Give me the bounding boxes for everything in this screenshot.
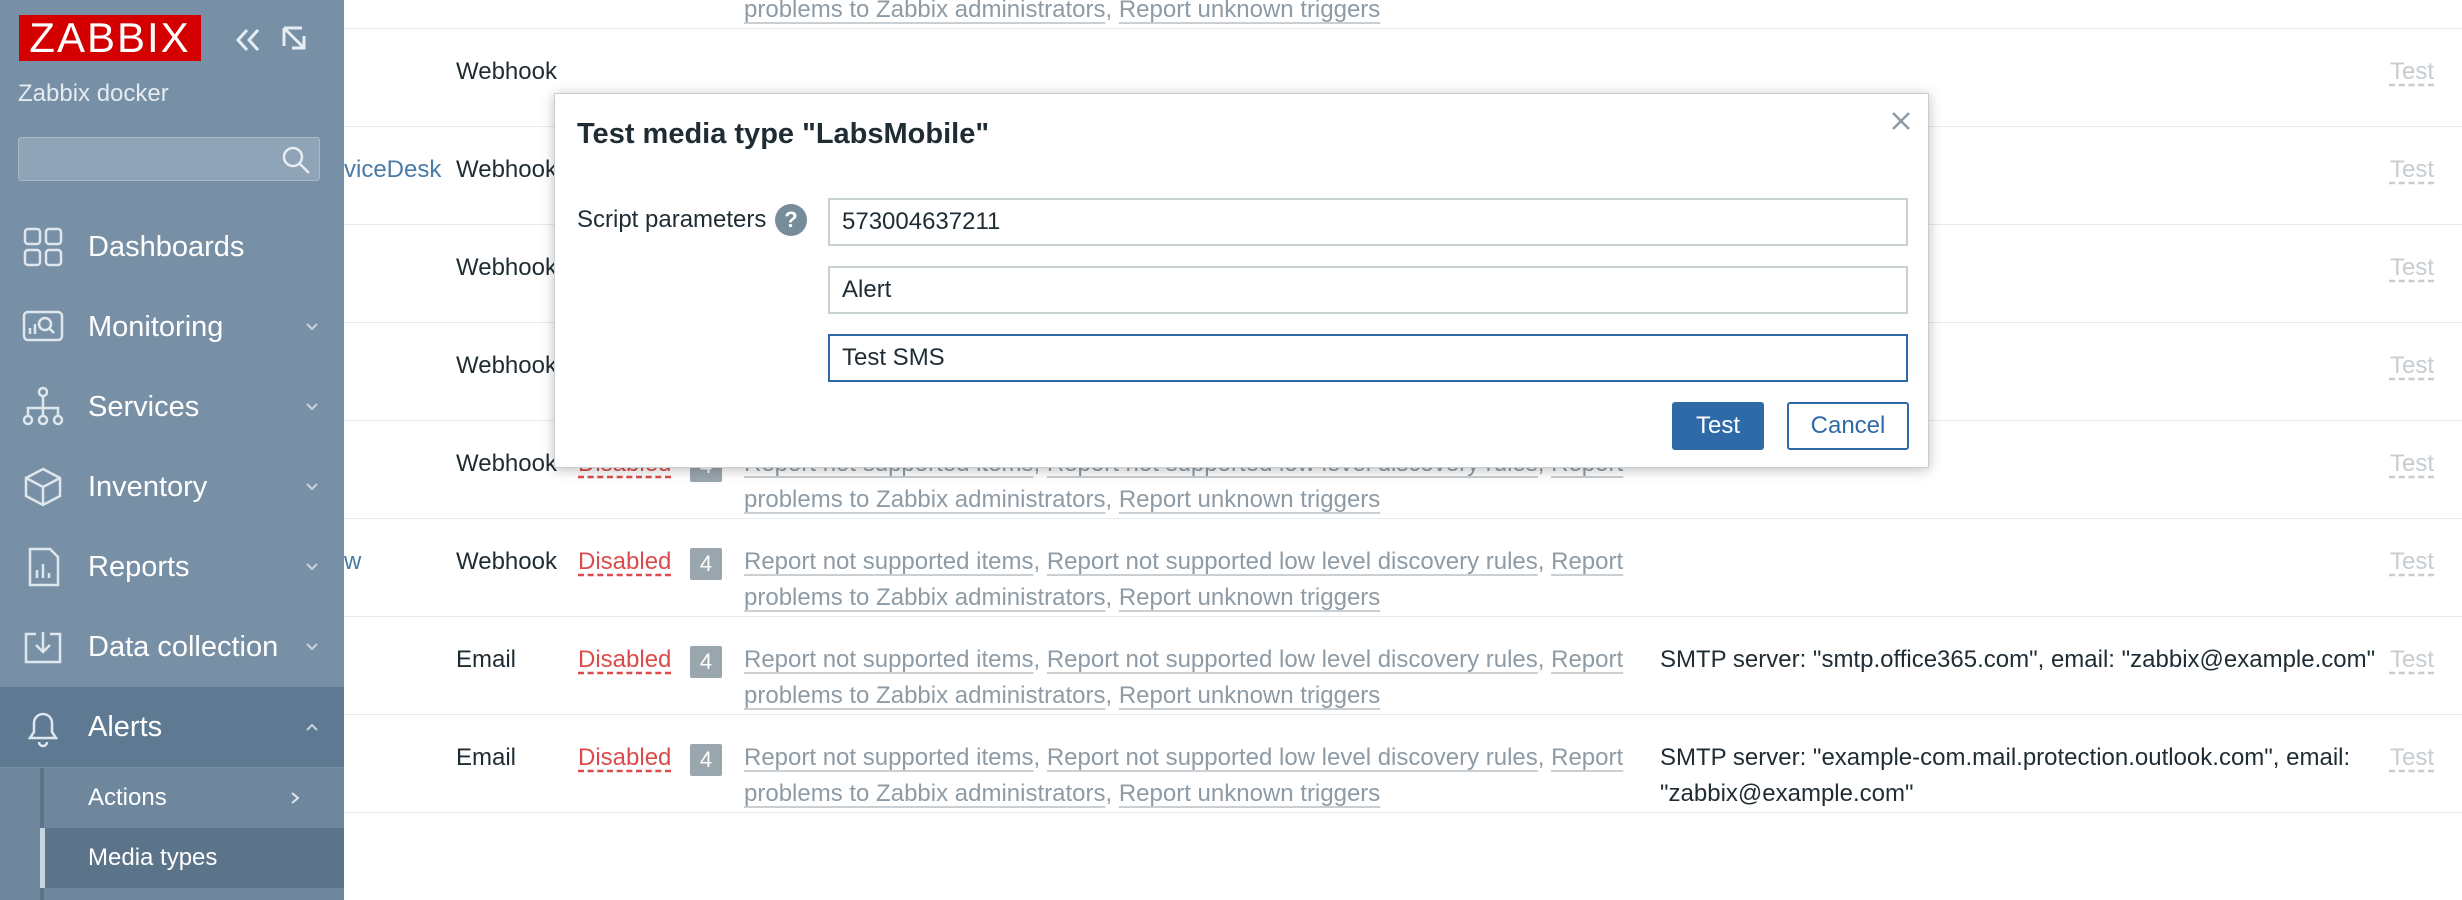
nav-label: Data collection (88, 630, 279, 663)
nav-monitoring[interactable]: Monitoring (0, 287, 344, 367)
chevron-down-icon (306, 563, 318, 571)
help-icon[interactable]: ? (775, 204, 807, 236)
chevron-down-icon (306, 483, 318, 491)
media-type-type: Webhook (456, 450, 557, 477)
chevron-right-icon (291, 792, 300, 804)
chevron-up-icon (306, 723, 318, 731)
nav-label: Dashboards (88, 230, 245, 263)
chevron-down-icon (306, 403, 318, 411)
test-link[interactable]: Test (2390, 348, 2434, 384)
actions-count-badge: 4 (690, 744, 722, 776)
test-media-type-dialog: Test media type "LabsMobile" Script para… (554, 93, 1929, 468)
action-link[interactable]: Report unknown triggers (1119, 584, 1380, 611)
media-type-name-link[interactable]: viceDesk (344, 152, 442, 188)
action-link[interactable]: Report unknown triggers (1119, 0, 1380, 23)
nav-services[interactable]: Services (0, 367, 344, 447)
media-type-type: Webhook (456, 254, 557, 281)
test-link[interactable]: Test (2390, 642, 2434, 678)
data-collection-icon (24, 632, 62, 664)
script-param-2-input[interactable]: Alert (828, 266, 1908, 314)
media-type-details: SMTP server: "smtp.office365.com", email… (1660, 646, 2376, 673)
test-link[interactable]: Test (2390, 152, 2434, 188)
test-link[interactable]: Test (2390, 544, 2434, 580)
dashboard-icon (23, 227, 63, 267)
action-link[interactable]: Report unknown triggers (1119, 682, 1380, 709)
action-link[interactable]: Report not supported low level discovery… (1047, 646, 1538, 673)
sidebar-item-label: Actions (88, 784, 167, 811)
search-input[interactable] (18, 137, 320, 181)
test-link[interactable]: Test (2390, 250, 2434, 286)
nav-label: Monitoring (88, 310, 224, 343)
nav-inventory[interactable]: Inventory (0, 447, 344, 527)
alerts-submenu: Actions Media types (0, 768, 344, 900)
test-button[interactable]: Test (1672, 402, 1764, 450)
test-link[interactable]: Test (2390, 740, 2434, 776)
nav-label: Alerts (88, 710, 163, 743)
script-param-3-input[interactable]: Test SMS (828, 334, 1908, 382)
used-in-actions: Report not supported items, Report not s… (744, 0, 1624, 28)
hide-sidebar-icon[interactable] (278, 22, 314, 58)
media-type-type: Email (456, 646, 517, 673)
action-link[interactable]: Report not supported items (744, 646, 1034, 673)
media-type-type: Webhook (456, 548, 557, 575)
action-link[interactable]: Report not supported items (744, 548, 1034, 575)
media-type-type: Webhook (456, 58, 557, 85)
action-link[interactable]: Report unknown triggers (1119, 780, 1380, 807)
search-icon[interactable] (281, 145, 311, 175)
collapse-sidebar-icon[interactable] (230, 22, 266, 58)
zabbix-logo[interactable]: ZABBIX (19, 14, 201, 61)
media-type-details: SMTP server: "example-com.mail.protectio… (1660, 744, 2351, 807)
script-param-1-input[interactable]: 573004637211 (828, 198, 1908, 246)
nav-label: Reports (88, 550, 190, 583)
action-link[interactable]: Report not supported low level discovery… (1047, 548, 1538, 575)
close-icon[interactable] (1888, 108, 1914, 134)
media-type-type: Webhook (456, 156, 557, 183)
sidebar-item-actions[interactable]: Actions (0, 768, 344, 828)
action-link[interactable]: Report not supported low level discovery… (1047, 744, 1538, 771)
chevron-down-icon (306, 323, 318, 331)
table-row: ScriptEnabled4Report not supported items… (344, 0, 2462, 29)
action-link[interactable]: Report unknown triggers (1119, 486, 1380, 513)
nav-data-collection[interactable]: Data collection (0, 607, 344, 687)
reports-icon (28, 547, 60, 587)
status-toggle[interactable]: Disabled (578, 740, 671, 776)
media-type-type: Webhook (456, 352, 557, 379)
nav-label: Inventory (88, 470, 208, 503)
nav-label: Services (88, 390, 200, 423)
sidebar: ZABBIX Zabbix docker Dashboards Monitori… (0, 0, 344, 900)
media-type-type: Email (456, 744, 517, 771)
status-toggle[interactable]: Disabled (578, 544, 671, 580)
test-link[interactable]: Test (2390, 446, 2434, 482)
nav-reports[interactable]: Reports (0, 527, 344, 607)
actions-count-badge: 4 (690, 646, 722, 678)
actions-count-badge: 4 (690, 548, 722, 580)
sidebar-item-media-types[interactable]: Media types (40, 828, 344, 888)
monitoring-icon (22, 310, 64, 342)
used-in-actions: Report not supported items, Report not s… (744, 646, 1624, 709)
nav-alerts[interactable]: Alerts (0, 687, 344, 767)
cancel-button[interactable]: Cancel (1787, 402, 1909, 450)
services-icon (22, 386, 64, 426)
server-name: Zabbix docker (18, 80, 169, 107)
nav-dashboards[interactable]: Dashboards (0, 207, 344, 287)
inventory-icon (24, 467, 62, 507)
table-row: Email Disabled 4 Report not supported items… (344, 616, 2462, 715)
test-link[interactable]: Test (2390, 54, 2434, 90)
sidebar-item-label: Media types (88, 844, 218, 871)
chevron-down-icon (306, 643, 318, 651)
media-type-name-link[interactable]: w (344, 544, 442, 580)
dialog-title: Test media type "LabsMobile" (577, 118, 990, 150)
script-parameters-label: Script parameters (577, 206, 767, 233)
status-toggle[interactable]: Disabled (578, 642, 671, 678)
table-row: Email Disabled 4 Report not supported items… (344, 714, 2462, 813)
action-link[interactable]: Report not supported items (744, 744, 1034, 771)
table-row: w Webhook Disabled 4 Report not supported it… (344, 518, 2462, 617)
bell-icon (27, 712, 59, 748)
used-in-actions: Report not supported items, Report not s… (744, 548, 1624, 611)
used-in-actions: Report not supported items, Report not s… (744, 744, 1624, 807)
